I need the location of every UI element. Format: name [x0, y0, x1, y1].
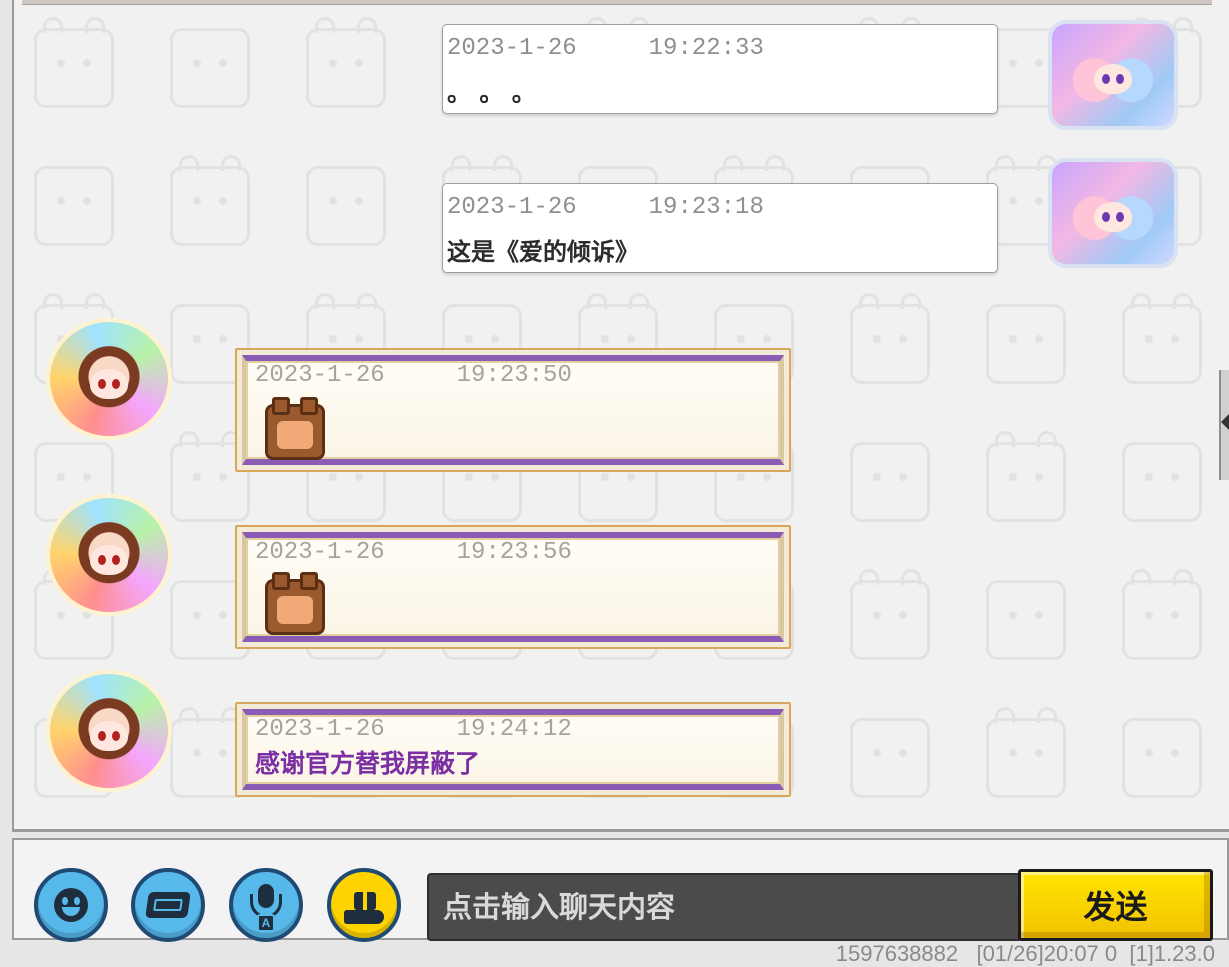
- message-bubble-other[interactable]: 2023-1-26 19:24:12 感谢官方替我屏蔽了: [235, 702, 791, 797]
- anime-girl-avatar[interactable]: [1048, 20, 1178, 130]
- message-text: 。 。 。: [447, 79, 536, 107]
- collapse-panel-handle[interactable]: [1219, 370, 1229, 480]
- avatar-face: [90, 544, 128, 575]
- chat-input-bar: A 发送: [12, 838, 1229, 942]
- message-text: 这是《爱的倾诉》: [447, 238, 639, 266]
- background-pattern-tile: [1122, 569, 1202, 660]
- emoji-button[interactable]: [34, 868, 108, 942]
- card-icon: [135, 872, 201, 938]
- message-timestamp: 2023-1-26 19:24:12: [255, 716, 572, 743]
- voice-badge: A: [257, 914, 275, 932]
- background-pattern-tile: [34, 166, 114, 246]
- background-pattern-tile: [170, 155, 250, 246]
- send-button[interactable]: 发送: [1018, 869, 1213, 941]
- background-pattern-tile: [986, 580, 1066, 660]
- background-pattern-tile: [170, 28, 250, 108]
- gift-hand-icon: [331, 872, 397, 938]
- message-timestamp: 2023-1-26 19:23:50: [255, 362, 572, 389]
- red-hair-girl-avatar[interactable]: [46, 318, 172, 440]
- message-bubble-other[interactable]: 2023-1-26 19:23:50: [235, 348, 791, 472]
- message-timestamp: 2023-1-26 19:23:18: [447, 194, 764, 221]
- avatar-face: [1094, 64, 1132, 95]
- background-pattern-tile: [1122, 442, 1202, 522]
- chevron-left-icon: [1221, 414, 1229, 430]
- cow-thumbs-up-sticker[interactable]: [265, 397, 325, 460]
- background-pattern-tile: [850, 442, 930, 522]
- anime-girl-avatar[interactable]: [1048, 158, 1178, 268]
- background-pattern-tile: [306, 166, 386, 246]
- avatar-face: [90, 368, 128, 399]
- background-pattern-tile: [1122, 293, 1202, 384]
- message-bubble-other[interactable]: 2023-1-26 19:23:56: [235, 525, 791, 649]
- message-timestamp: 2023-1-26 19:22:33: [447, 35, 764, 62]
- avatar-face: [1094, 202, 1132, 233]
- voice-button[interactable]: A: [229, 868, 303, 942]
- background-pattern-tile: [34, 17, 114, 108]
- background-pattern-tile: [850, 293, 930, 384]
- background-pattern-tile: [850, 718, 930, 798]
- background-pattern-tile: [986, 431, 1066, 522]
- cow-blushing-sticker[interactable]: [265, 572, 325, 635]
- chat-message-input[interactable]: [427, 873, 1022, 941]
- message-bubble-self[interactable]: 2023-1-26 19:22:33 。 。 。: [442, 24, 998, 114]
- microphone-icon: A: [233, 872, 299, 938]
- background-pattern-tile: [986, 707, 1066, 798]
- card-button[interactable]: [131, 868, 205, 942]
- message-timestamp: 2023-1-26 19:23:56: [255, 539, 572, 566]
- message-bubble-self[interactable]: 2023-1-26 19:23:18 这是《爱的倾诉》: [442, 183, 998, 273]
- status-info-text: 1597638882 [01/26]20:07 0 [1]1.23.0: [835, 941, 1215, 966]
- avatar-face: [90, 720, 128, 751]
- background-pattern-tile: [850, 569, 930, 660]
- background-pattern-tile: [1122, 718, 1202, 798]
- smiley-face-icon: [38, 872, 104, 938]
- red-hair-girl-avatar[interactable]: [46, 670, 172, 792]
- red-hair-girl-avatar[interactable]: [46, 494, 172, 616]
- gift-button[interactable]: [327, 868, 401, 942]
- message-text: 感谢官方替我屏蔽了: [255, 749, 481, 778]
- chat-message-area[interactable]: 2023-1-26 19:22:33 。 。 。 2023-1-26 19:23…: [12, 0, 1229, 832]
- background-pattern-tile: [986, 304, 1066, 384]
- background-pattern-tile: [306, 17, 386, 108]
